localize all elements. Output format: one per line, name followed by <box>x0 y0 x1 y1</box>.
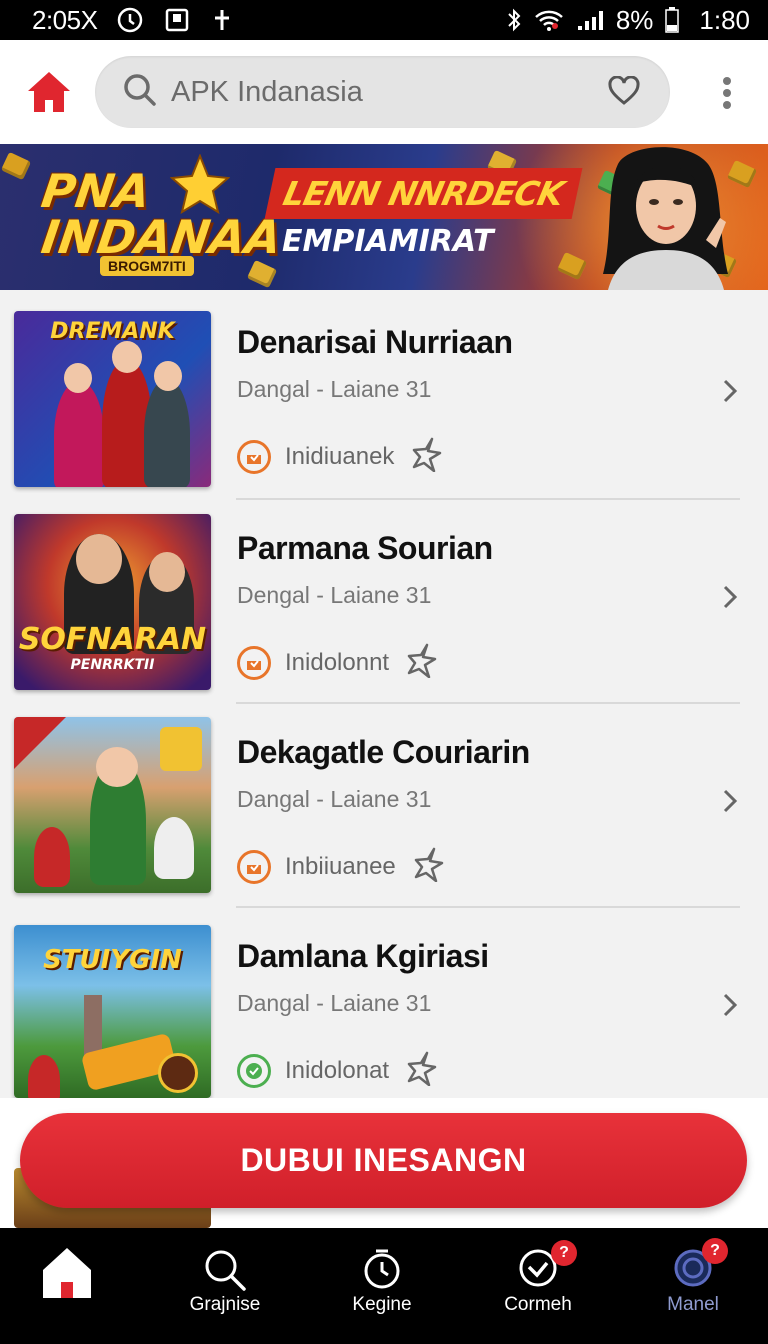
item-title[interactable]: Damlana Kgiriasi <box>237 938 489 975</box>
item-subtitle: Dangal - Laiane 31 <box>237 786 432 812</box>
star-outline-icon[interactable] <box>412 436 444 477</box>
battery-icon <box>665 7 680 33</box>
nav-label: Kegine <box>352 1294 412 1315</box>
home-logo-icon[interactable] <box>26 70 72 114</box>
app-header: APK Indanasia <box>0 40 768 144</box>
home-icon <box>41 1246 93 1305</box>
download-badge-icon <box>237 645 271 680</box>
app-thumbnail[interactable]: STUIYGIN <box>14 925 211 1098</box>
item-title[interactable]: Dekagatle Couriarin <box>237 734 530 771</box>
download-badge-icon <box>237 439 271 474</box>
app-thumbnail[interactable] <box>14 717 211 893</box>
banner-promo-line2: EMPIAMIRAT <box>282 224 494 259</box>
banner-promo-line1: LENN NNRDECK <box>279 174 567 213</box>
nav-profile[interactable]: ? Manel <box>618 1228 768 1344</box>
item-subtitle: Dangal - Laiane 31 <box>237 376 432 402</box>
star-outline-icon[interactable] <box>407 642 439 683</box>
item-title[interactable]: Denarisai Nurriaan <box>237 324 513 361</box>
list-item[interactable]: DREMANK Denarisai Nurriaan Dangal - Laia… <box>0 290 768 500</box>
cta-label: DUBUI INESANGN <box>240 1142 527 1178</box>
battery-text: 8% <box>615 4 654 35</box>
list-item[interactable]: STUIYGIN Damlana Kgiriasi Dangal - Laian… <box>0 904 768 1108</box>
item-badge-label: Inidolonat <box>285 1056 390 1084</box>
star-outline-icon[interactable] <box>407 1050 439 1091</box>
verified-badge-icon <box>237 1053 271 1088</box>
item-subtitle: Dengal - Laiane 31 <box>237 582 432 608</box>
screenshot-icon <box>165 8 189 32</box>
alarm-icon <box>117 7 143 33</box>
nav-search[interactable]: Grajnise <box>150 1228 300 1344</box>
chevron-right-icon[interactable] <box>722 788 738 819</box>
list-item[interactable]: SOFNARAN PENRRKTII Parmana Sourian Denga… <box>0 496 768 704</box>
search-bar[interactable]: APK Indanasia <box>95 56 670 128</box>
banner-logo-sub: BROGM7ITI <box>100 256 194 276</box>
notification-badge: ? <box>551 1240 577 1266</box>
item-subtitle: Dangal - Laiane 31 <box>237 990 432 1016</box>
wifi-icon <box>534 8 564 32</box>
chevron-right-icon[interactable] <box>722 992 738 1023</box>
banner-character-illustration <box>588 144 738 290</box>
item-badge-label: Inidiuanek <box>285 442 395 470</box>
status-clock: 1:80 <box>699 4 750 35</box>
app-thumbnail[interactable]: DREMANK <box>14 311 211 487</box>
chevron-right-icon[interactable] <box>722 378 738 409</box>
search-input[interactable]: APK Indanasia <box>171 76 363 109</box>
location-icon <box>211 8 233 32</box>
search-icon <box>123 73 157 112</box>
nav-label: Cormeh <box>504 1294 572 1315</box>
coin-icon <box>0 151 32 181</box>
nav-notifications[interactable]: ? Cormeh <box>463 1228 613 1344</box>
nav-label: Grajnise <box>189 1294 261 1315</box>
banner-logo: PNA INDANAA <box>38 164 285 264</box>
nav-timer[interactable]: Kegine <box>307 1228 457 1344</box>
nav-label: Manel <box>667 1294 719 1315</box>
chevron-right-icon[interactable] <box>722 584 738 615</box>
item-badge-label: Inidolonnt <box>285 648 390 676</box>
item-title[interactable]: Parmana Sourian <box>237 530 493 567</box>
bottom-navigation: Grajnise Kegine ? Cormeh ? Manel <box>0 1228 768 1344</box>
promo-banner[interactable]: PNA INDANAA BROGM7ITI LENN NNRDECK EMPIA… <box>0 144 768 290</box>
primary-cta-button[interactable]: DUBUI INESANGN <box>20 1113 747 1208</box>
notification-badge: ? <box>702 1238 728 1264</box>
bluetooth-icon <box>506 8 522 32</box>
search-icon <box>203 1248 247 1297</box>
status-time: 2:05X <box>32 4 98 35</box>
more-options-icon[interactable] <box>722 76 732 110</box>
nav-home[interactable] <box>0 1228 142 1344</box>
favorite-heart-icon[interactable] <box>608 75 640 111</box>
app-thumbnail[interactable]: SOFNARAN PENRRKTII <box>14 514 211 690</box>
download-badge-icon <box>237 849 271 884</box>
signal-icon <box>576 8 604 32</box>
timer-icon <box>362 1248 402 1295</box>
banner-promo-box: LENN NNRDECK <box>264 168 583 219</box>
list-item[interactable]: Dekagatle Couriarin Dangal - Laiane 31 I… <box>0 700 768 908</box>
item-badge-label: Inbiiuanee <box>285 852 396 880</box>
status-bar: 2:05X 8% 1:80 <box>0 0 768 40</box>
star-outline-icon[interactable] <box>414 846 446 887</box>
